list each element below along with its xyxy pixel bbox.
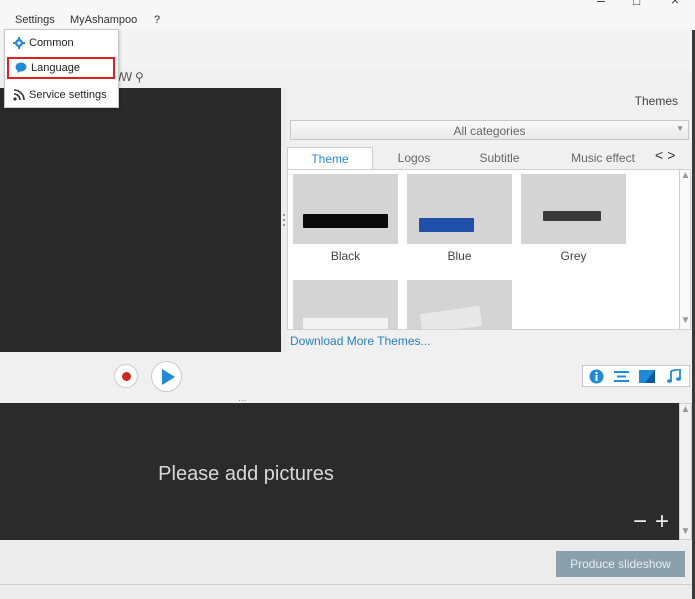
tab-subtitle[interactable]: Subtitle — [457, 147, 542, 169]
category-value: All categories — [453, 124, 526, 138]
maximize-button[interactable]: □ — [633, 0, 640, 8]
timeline-scrollbar[interactable]: ▲ ▼ — [679, 403, 692, 540]
speech-bubble-icon — [15, 62, 27, 74]
gallery-scrollbar[interactable]: ▲ ▼ — [679, 169, 691, 330]
tab-theme[interactable]: Theme — [287, 147, 373, 169]
play-icon — [161, 368, 175, 385]
theme-preview-bar — [543, 211, 601, 221]
download-more-themes-link[interactable]: Download More Themes... — [290, 334, 431, 348]
theme-label: Blue — [447, 249, 472, 263]
zoom-out-button[interactable]: − — [633, 508, 647, 536]
info-icon[interactable] — [587, 368, 605, 384]
theme-preview-bar — [303, 318, 388, 329]
text-align-icon[interactable] — [612, 368, 630, 384]
menu-item-service-settings[interactable]: Service settings — [7, 84, 115, 106]
close-button[interactable]: × — [671, 0, 679, 8]
themes-title: Themes — [634, 94, 678, 108]
theme-thumb-white[interactable] — [293, 280, 398, 329]
tool-glyph-1[interactable]: ꟿ — [118, 70, 132, 84]
tab-bar: Theme Logos Subtitle Music effect <> — [287, 147, 691, 169]
scroll-down-icon[interactable]: ▼ — [680, 315, 691, 326]
add-pictures-placeholder: Please add pictures — [158, 463, 334, 485]
record-button[interactable] — [114, 364, 138, 388]
scroll-up-icon[interactable]: ▲ — [680, 404, 691, 415]
rss-icon — [13, 89, 25, 101]
tab-logos[interactable]: Logos — [379, 147, 449, 169]
status-divider — [0, 584, 695, 585]
theme-preview-bar — [419, 218, 474, 232]
scroll-down-icon[interactable]: ▼ — [680, 526, 691, 537]
tab-prev-button[interactable]: < — [655, 147, 667, 163]
produce-slideshow-button[interactable]: Produce slideshow — [556, 551, 685, 577]
tab-music-effect[interactable]: Music effect — [557, 147, 649, 169]
menu-item-label: Language — [31, 62, 80, 74]
category-select[interactable]: All categories ▼ — [290, 120, 689, 140]
menu-item-common[interactable]: Common — [7, 32, 115, 54]
menu-settings[interactable]: Settings — [15, 14, 55, 26]
theme-label: Grey — [560, 249, 587, 263]
menu-item-label: Service settings — [29, 89, 107, 101]
theme-thumb-blue[interactable] — [407, 174, 512, 244]
menu-help[interactable]: ? — [154, 14, 160, 26]
tab-next-button[interactable]: > — [667, 147, 679, 163]
tab-nav: <> — [655, 147, 679, 163]
record-icon — [121, 371, 131, 381]
theme-thumb-black[interactable] — [293, 174, 398, 244]
menu-item-label: Common — [29, 37, 74, 49]
scroll-up-icon[interactable]: ▲ — [680, 170, 691, 181]
settings-dropdown: Common Language Service settings — [4, 29, 119, 108]
gear-icon — [13, 37, 25, 49]
play-button[interactable] — [151, 361, 182, 392]
effect-icon-bar — [582, 365, 690, 387]
theme-preview-bar — [303, 214, 388, 228]
theme-thumb-grey[interactable] — [521, 174, 626, 244]
minimize-button[interactable]: – — [597, 0, 605, 8]
menu-myashampoo[interactable]: MyAshampoo — [70, 14, 137, 26]
theme-thumb-paper[interactable] — [407, 280, 512, 329]
menu-item-language[interactable]: Language — [7, 57, 115, 79]
chevron-down-icon: ▼ — [676, 124, 684, 133]
transition-icon[interactable] — [638, 368, 656, 384]
tool-glyph-2[interactable]: ⚲ — [135, 70, 144, 84]
preview-pane — [0, 88, 281, 352]
music-icon[interactable] — [665, 368, 683, 384]
zoom-in-button[interactable]: + — [655, 508, 669, 536]
theme-gallery: Black Blue Grey — [287, 169, 679, 330]
theme-preview-bar — [419, 305, 483, 329]
theme-label: Black — [330, 249, 361, 263]
